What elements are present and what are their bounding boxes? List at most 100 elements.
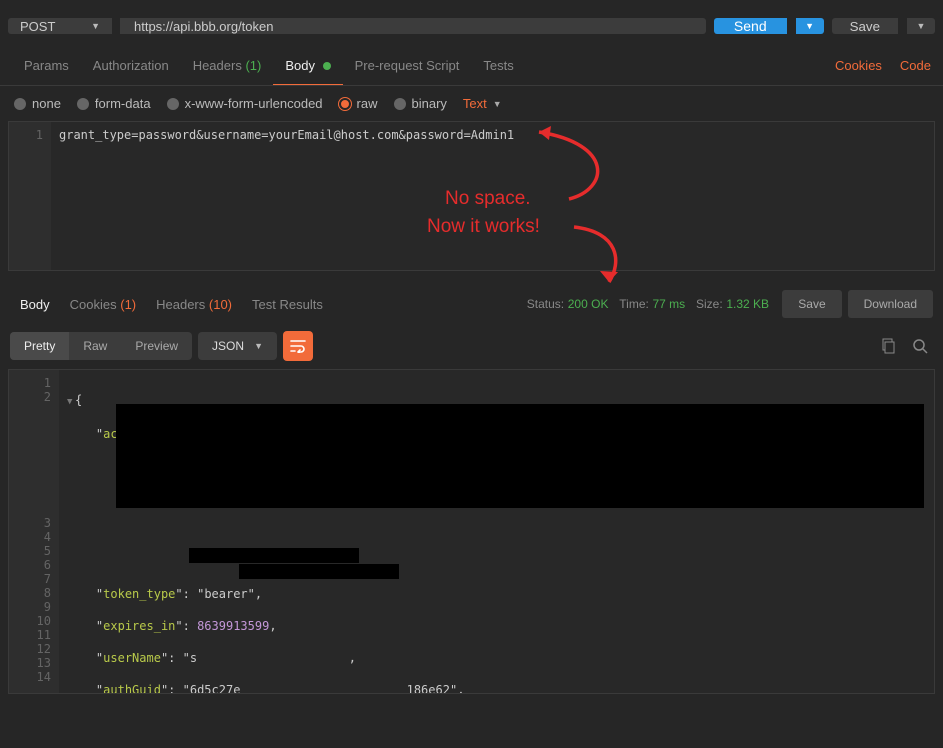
line-number: 13	[9, 656, 51, 670]
tab-params[interactable]: Params	[12, 47, 81, 84]
chevron-down-icon: ▼	[493, 99, 502, 109]
json-value: bearer	[204, 587, 247, 601]
redaction-box	[116, 404, 924, 508]
size-label: Size:	[696, 297, 723, 311]
save-response-button[interactable]: Save	[782, 290, 841, 318]
content-type-label: Text	[463, 96, 487, 111]
json-key: expires_in	[103, 619, 175, 633]
editor-gutter: 1 2 3 4 5 6 7 8 9 10 11 12 13 14	[9, 370, 59, 693]
line-number: 11	[9, 628, 51, 642]
cookies-label: Cookies	[70, 297, 117, 312]
body-type-form-data-label: form-data	[95, 96, 151, 111]
tab-headers-label: Headers	[193, 58, 242, 73]
headers-label: Headers	[156, 297, 205, 312]
view-raw[interactable]: Raw	[69, 332, 121, 360]
editor-gutter: 1	[9, 122, 51, 270]
line-number: 9	[9, 600, 51, 614]
radio-icon	[339, 98, 351, 110]
body-indicator-icon	[323, 62, 331, 70]
code-link[interactable]: Code	[900, 58, 931, 73]
tab-test-results[interactable]: Test Results	[242, 287, 333, 322]
request-body-editor[interactable]: 1 grant_type=password&username=yourEmail…	[8, 121, 935, 271]
body-type-row: none form-data x-www-form-urlencoded raw…	[0, 86, 943, 121]
radio-icon	[77, 98, 89, 110]
tab-authorization[interactable]: Authorization	[81, 47, 181, 84]
radio-icon	[14, 98, 26, 110]
json-key: userName	[103, 651, 161, 665]
json-value: s	[190, 651, 197, 665]
search-button[interactable]	[907, 333, 933, 359]
cookies-count: (1)	[120, 297, 136, 312]
time-value: 77 ms	[652, 297, 685, 311]
line-wrap-button[interactable]	[283, 331, 313, 361]
url-input[interactable]	[120, 18, 706, 34]
line-number: 7	[9, 572, 51, 586]
line-number: 1	[9, 128, 43, 142]
status-label: Status:	[527, 297, 564, 311]
chevron-down-icon: ▼	[254, 341, 263, 351]
tab-body-label: Body	[285, 58, 315, 73]
json-value: 6d5c27e	[190, 683, 241, 693]
copy-button[interactable]	[875, 333, 901, 359]
line-number: 3	[9, 516, 51, 530]
request-tabs: Params Authorization Headers (1) Body Pr…	[0, 46, 943, 86]
body-type-raw[interactable]: raw	[339, 96, 378, 111]
tab-response-body[interactable]: Body	[10, 287, 60, 322]
response-view-row: Pretty Raw Preview JSON ▼	[0, 323, 943, 369]
line-number: 4	[9, 530, 51, 544]
copy-icon	[880, 338, 896, 354]
wrap-icon	[290, 339, 306, 353]
line-number: 14	[9, 670, 51, 684]
request-bar: POST ▼ Send ▼ Save ▼	[0, 0, 943, 46]
cookies-link[interactable]: Cookies	[835, 58, 882, 73]
body-type-none[interactable]: none	[14, 96, 61, 111]
chevron-down-icon: ▼	[91, 21, 100, 31]
chevron-down-icon: ▼	[805, 21, 814, 31]
content-type-select[interactable]: Text ▼	[463, 96, 502, 111]
line-number: 5	[9, 544, 51, 558]
tab-response-cookies[interactable]: Cookies (1)	[60, 287, 146, 322]
body-type-xwww[interactable]: x-www-form-urlencoded	[167, 96, 323, 111]
json-key: token_type	[103, 587, 175, 601]
line-number: 2	[9, 390, 51, 404]
view-mode-segment: Pretty Raw Preview	[10, 332, 192, 360]
save-dropdown-button[interactable]: ▼	[907, 18, 935, 34]
radio-icon	[394, 98, 406, 110]
body-type-form-data[interactable]: form-data	[77, 96, 151, 111]
line-number: 8	[9, 586, 51, 600]
request-body-text: grant_type=password&username=yourEmail@h…	[59, 128, 514, 142]
download-response-button[interactable]: Download	[848, 290, 933, 318]
tab-tests[interactable]: Tests	[471, 47, 525, 84]
chevron-down-icon: ▼	[917, 21, 926, 31]
line-number: 12	[9, 642, 51, 656]
editor-content[interactable]: grant_type=password&username=yourEmail@h…	[51, 122, 934, 270]
response-tabs: Body Cookies (1) Headers (10) Test Resul…	[0, 285, 943, 323]
body-type-raw-label: raw	[357, 96, 378, 111]
http-method-select[interactable]: POST ▼	[8, 18, 112, 34]
view-preview[interactable]: Preview	[121, 332, 192, 360]
body-type-binary[interactable]: binary	[394, 96, 447, 111]
body-type-xwww-label: x-www-form-urlencoded	[185, 96, 323, 111]
body-type-binary-label: binary	[412, 96, 447, 111]
view-pretty[interactable]: Pretty	[10, 332, 69, 360]
json-key: authGuid	[103, 683, 161, 693]
status-value: 200 OK	[568, 297, 609, 311]
radio-icon	[167, 98, 179, 110]
body-type-none-label: none	[32, 96, 61, 111]
send-dropdown-button[interactable]: ▼	[796, 18, 824, 34]
tab-prerequest[interactable]: Pre-request Script	[343, 47, 472, 84]
headers-count: (1)	[245, 58, 261, 73]
language-select[interactable]: JSON ▼	[198, 332, 277, 360]
headers-count: (10)	[209, 297, 232, 312]
tab-body[interactable]: Body	[273, 47, 342, 85]
tab-headers[interactable]: Headers (1)	[181, 47, 274, 84]
response-body-editor[interactable]: 1 2 3 4 5 6 7 8 9 10 11 12 13 14 ▼{ "acc…	[8, 369, 935, 694]
tab-response-headers[interactable]: Headers (10)	[146, 287, 242, 322]
redaction-box	[239, 564, 399, 579]
send-button[interactable]: Send	[714, 18, 787, 34]
line-number: 1	[9, 376, 51, 390]
save-button[interactable]: Save	[832, 18, 898, 34]
http-method-label: POST	[20, 19, 55, 34]
time-label: Time:	[619, 297, 649, 311]
language-label: JSON	[212, 339, 244, 353]
